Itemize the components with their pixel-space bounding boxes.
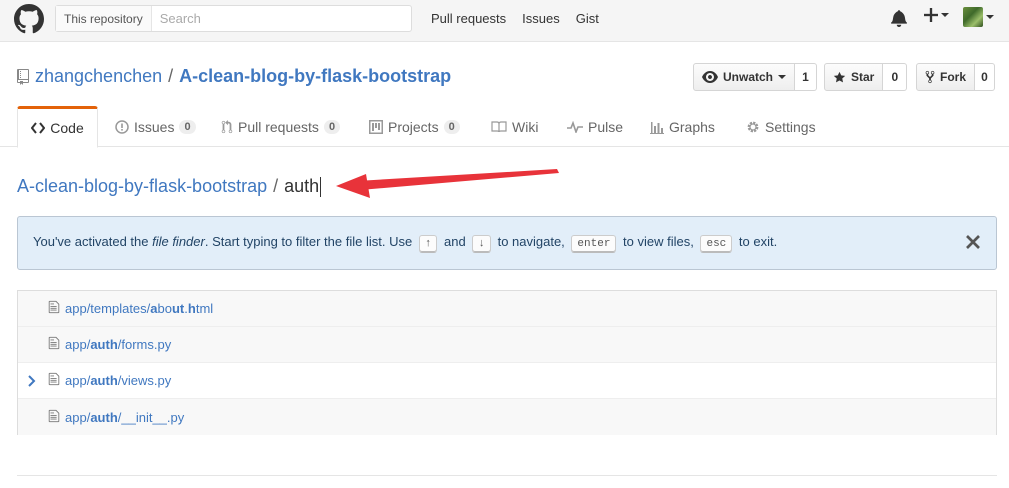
tab-pull-requests-count: 0 [323, 119, 341, 134]
tab-settings[interactable]: Settings [746, 106, 816, 147]
repo-owner-link[interactable]: zhangchenchen [35, 66, 162, 87]
file-icon [48, 336, 60, 353]
nav-issues[interactable]: Issues [522, 11, 560, 26]
star-label: Star [851, 70, 875, 84]
chevron-down-icon [986, 15, 994, 19]
unwatch-label: Unwatch [723, 70, 774, 84]
file-result-row[interactable]: app/auth/__init__.py [18, 399, 996, 435]
repo-nav-tabs: Code Issues 0 Pull requests 0 Projects 0… [0, 106, 1009, 148]
tab-issues-count: 0 [179, 119, 196, 134]
file-icon [48, 409, 60, 426]
unwatch-button[interactable]: Unwatch [693, 63, 796, 91]
key-enter: enter [571, 234, 617, 253]
search-scope-label: This repository [56, 6, 152, 31]
top-nav: Pull requests Issues Gist [431, 11, 615, 26]
tab-code[interactable]: Code [17, 106, 98, 148]
chevron-right-icon [28, 375, 36, 390]
chevron-down-icon [941, 13, 949, 17]
tab-wiki-label: Wiki [512, 118, 539, 135]
annotation-arrow-icon [336, 169, 559, 198]
star-button[interactable]: Star [824, 63, 884, 91]
github-logo-icon[interactable] [14, 4, 44, 34]
tab-graphs[interactable]: Graphs [650, 106, 715, 147]
repo-title-separator: / [168, 66, 174, 86]
repo-title: zhangchenchen / A-clean-blog-by-flask-bo… [17, 66, 451, 87]
file-result-row[interactable]: app/templates/about.html [18, 291, 996, 327]
avatar [963, 7, 983, 27]
fork-button[interactable]: Fork [916, 63, 976, 91]
tab-pull-requests[interactable]: Pull requests 0 [221, 106, 341, 147]
issue-icon [115, 119, 129, 134]
nav-pull-requests[interactable]: Pull requests [431, 11, 506, 26]
code-icon [31, 122, 46, 134]
divider [17, 475, 997, 476]
file-finder-results: app/templates/about.html app/auth/forms.p… [17, 290, 997, 435]
repo-name-link[interactable]: A-clean-blog-by-flask-bootstrap [179, 66, 451, 87]
pull-request-icon [221, 119, 233, 133]
search-box: This repository [55, 5, 412, 32]
tab-issues-label: Issues [134, 118, 175, 135]
flash-message: You've activated the file finder. Start … [33, 234, 777, 253]
user-menu[interactable] [963, 7, 994, 27]
file-finder-input[interactable]: auth [284, 176, 319, 197]
pulse-icon [567, 120, 583, 133]
breadcrumb-separator: / [273, 176, 279, 196]
fork-label: Fork [940, 70, 967, 84]
tab-pulse[interactable]: Pulse [567, 106, 623, 147]
nav-gist[interactable]: Gist [576, 11, 599, 26]
repo-icon [17, 68, 29, 85]
search-input[interactable] [151, 11, 411, 26]
gear-icon [747, 121, 759, 132]
eye-icon [702, 71, 718, 83]
tab-projects-label: Projects [388, 118, 439, 135]
star-group: Star 0 [824, 63, 908, 91]
key-esc: esc [700, 234, 733, 253]
close-icon[interactable] [965, 234, 981, 250]
tab-projects-count: 0 [443, 119, 460, 134]
file-result-link[interactable]: app/templates/about.html [65, 301, 213, 316]
file-icon [48, 372, 60, 389]
star-count[interactable]: 0 [883, 63, 908, 91]
project-icon [369, 119, 383, 134]
tab-code-label: Code [50, 120, 84, 136]
text-cursor [320, 176, 322, 197]
watch-count[interactable]: 1 [795, 63, 818, 91]
tab-projects[interactable]: Projects 0 [369, 106, 460, 147]
tab-settings-label: Settings [765, 118, 816, 135]
star-icon [833, 71, 846, 82]
key-up: ↑ [418, 234, 438, 253]
file-finder-flash: You've activated the file finder. Start … [17, 216, 997, 270]
file-result-row[interactable]: app/auth/forms.py [18, 327, 996, 363]
tab-pulse-label: Pulse [588, 118, 624, 135]
create-new-dropdown[interactable] [924, 8, 949, 22]
site-header: This repository Pull requests Issues Gis… [0, 0, 1009, 42]
tab-pull-requests-label: Pull requests [238, 118, 319, 135]
key-down: ↓ [472, 234, 491, 253]
tab-issues[interactable]: Issues 0 [115, 106, 196, 147]
graph-icon [650, 121, 664, 134]
file-result-link[interactable]: app/auth/__init__.py [65, 410, 184, 425]
file-icon [48, 300, 60, 317]
file-result-link[interactable]: app/auth/views.py [65, 373, 171, 388]
fork-icon [925, 70, 935, 84]
tab-wiki[interactable]: Wiki [491, 106, 538, 147]
file-result-link[interactable]: app/auth/forms.py [65, 337, 171, 352]
tab-graphs-label: Graphs [669, 118, 715, 135]
plus-icon [924, 8, 938, 22]
watch-group: Unwatch 1 [693, 63, 818, 91]
bell-icon[interactable] [891, 9, 907, 27]
chevron-down-icon [778, 75, 787, 79]
file-finder-breadcrumb: A-clean-blog-by-flask-bootstrap / auth [17, 176, 322, 197]
book-icon [491, 120, 507, 132]
fork-group: Fork 0 [916, 63, 996, 91]
file-result-row[interactable]: app/auth/views.py [18, 363, 996, 399]
fork-count[interactable]: 0 [975, 63, 996, 91]
breadcrumb-repo-link[interactable]: A-clean-blog-by-flask-bootstrap [17, 176, 267, 197]
